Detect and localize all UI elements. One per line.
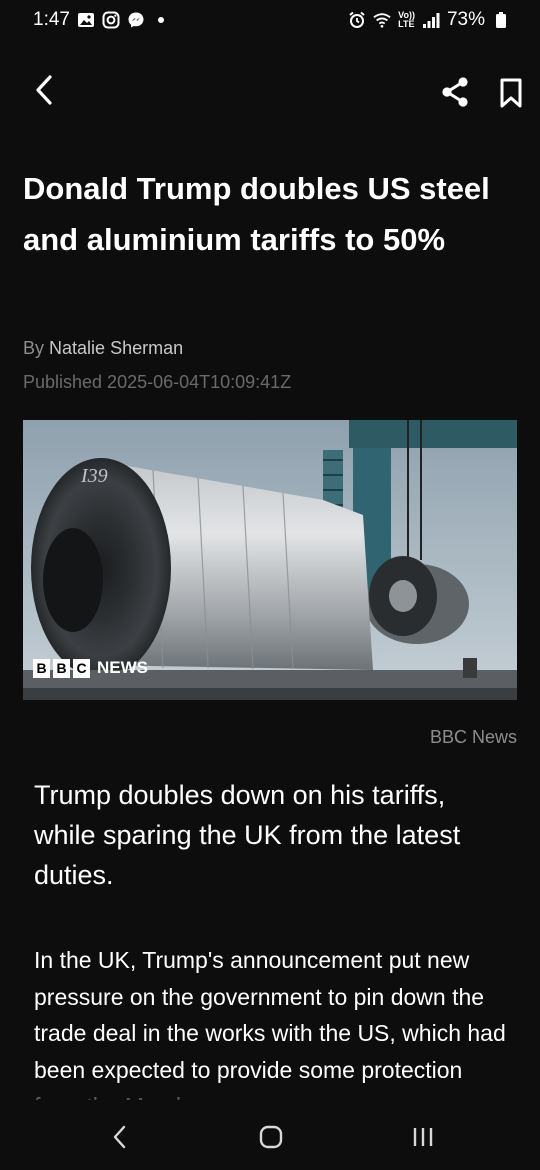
instagram-icon: [102, 11, 120, 29]
app-bar: [0, 60, 540, 120]
wifi-icon: [373, 11, 391, 29]
bookmark-icon: [500, 78, 522, 108]
gallery-icon: [77, 11, 95, 29]
recents-button[interactable]: [403, 1119, 443, 1155]
bbc-letter-2: B: [53, 658, 70, 678]
bbc-letter-1: B: [33, 658, 50, 678]
article-body: In the UK, Trump's announcement put new …: [34, 947, 506, 1100]
signal-icon: [422, 11, 440, 29]
nav-back-icon: [113, 1125, 126, 1149]
notification-dot: [157, 17, 164, 23]
byline: By Natalie Sherman: [23, 338, 183, 359]
system-nav-bar: [0, 1105, 540, 1170]
article-lead: Trump doubles down on his tariffs, while…: [34, 780, 461, 890]
back-arrow-icon: [36, 75, 52, 105]
hero-image[interactable]: I39 B B C NEWS: [23, 420, 517, 700]
status-time: 1:47: [33, 9, 70, 30]
status-bar: 1:47 Vo)) LTE 73%: [0, 0, 540, 40]
share-icon: [442, 77, 468, 107]
back-button[interactable]: [26, 70, 62, 110]
byline-prefix: By: [23, 338, 45, 358]
home-icon: [259, 1125, 283, 1149]
volte-icon: Vo)) LTE: [398, 11, 415, 29]
published-date: Published 2025-06-04T10:09:41Z: [23, 372, 292, 392]
status-left: 1:47: [33, 9, 164, 31]
bookmark-button[interactable]: [496, 77, 526, 109]
article-title: Donald Trump doubles US steel and alumin…: [23, 171, 490, 257]
battery-percent: 73%: [446, 9, 485, 30]
recents-icon: [413, 1128, 433, 1146]
bbc-letter-3: C: [73, 658, 90, 678]
bbc-news-word: NEWS: [97, 658, 148, 677]
nav-back-button[interactable]: [100, 1119, 140, 1155]
messenger-icon: [127, 11, 145, 29]
coil-marking: I39: [80, 465, 108, 487]
image-credit: BBC News: [429, 727, 517, 747]
alarm-icon: [348, 11, 366, 29]
bbc-news-logo: B B C NEWS: [33, 658, 148, 678]
share-button[interactable]: [438, 75, 472, 109]
home-button[interactable]: [251, 1119, 291, 1155]
battery-icon: [492, 11, 510, 29]
status-right: Vo)) LTE 73%: [348, 9, 510, 31]
author-name[interactable]: Natalie Sherman: [49, 338, 183, 358]
body-fade: [0, 1082, 540, 1106]
volte-label-bottom: LTE: [398, 19, 415, 29]
